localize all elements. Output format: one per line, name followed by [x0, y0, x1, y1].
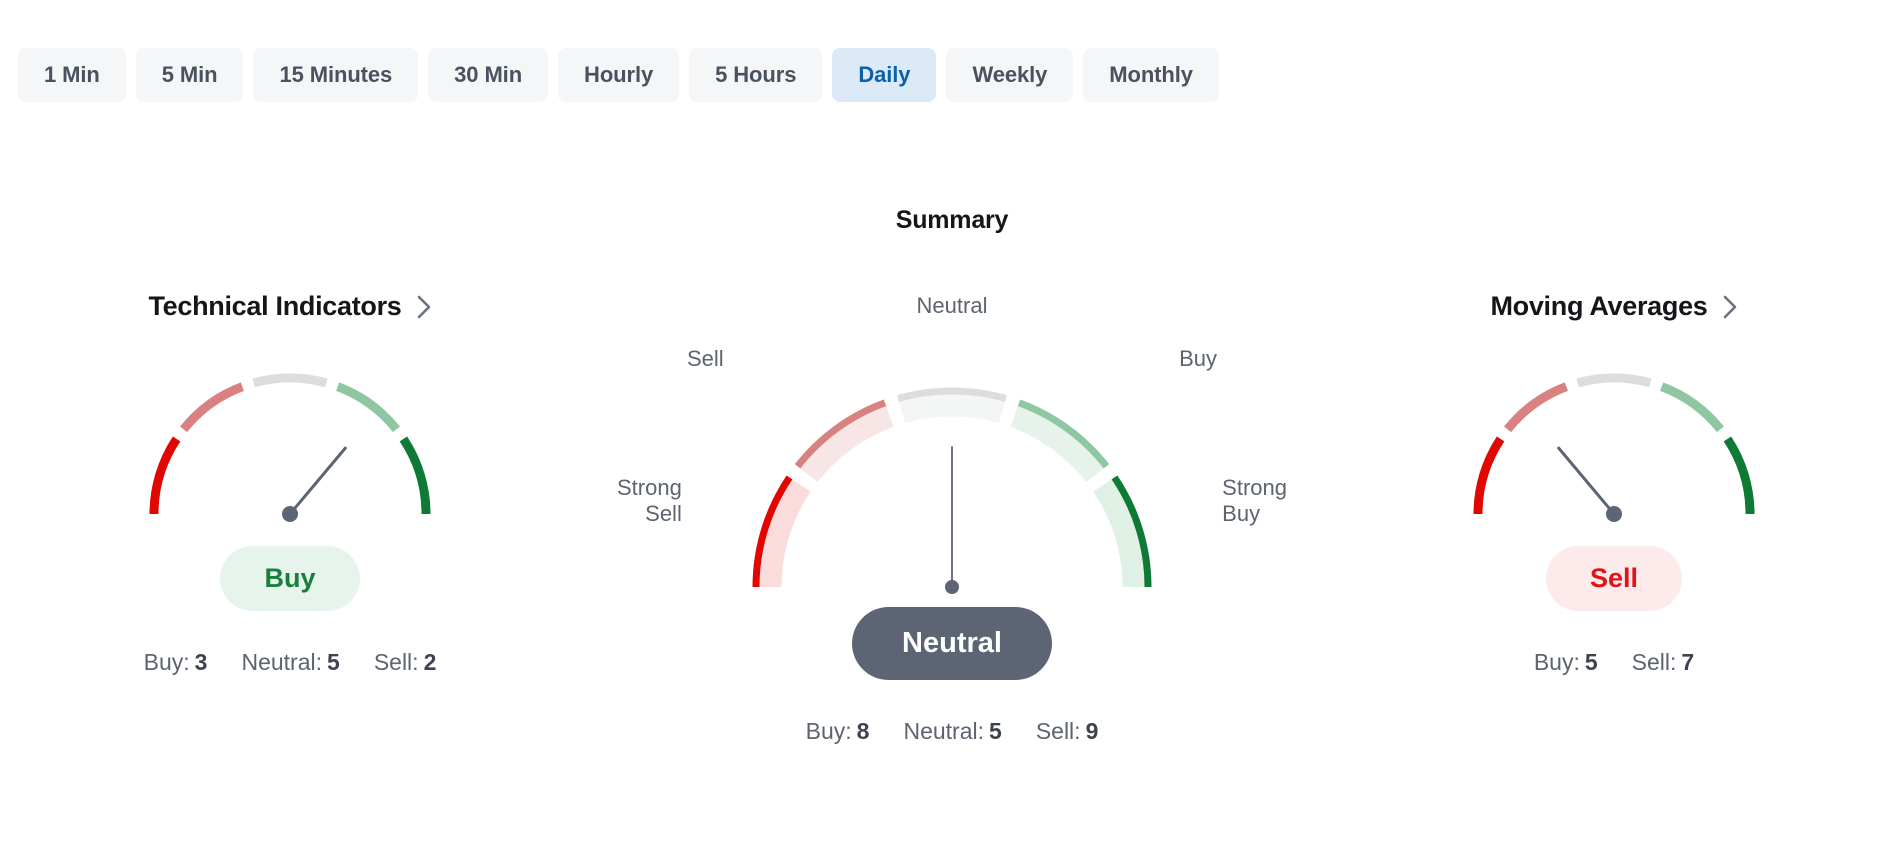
- count-value: 8: [856, 718, 870, 745]
- gauge-technical-indicators-needle-hub: [282, 506, 298, 523]
- gauge-moving-averages-needle: [1557, 446, 1616, 516]
- count-item: Buy: 8: [806, 718, 870, 745]
- gauge-label-strong-buy: Strong Buy: [1222, 475, 1287, 527]
- gauge-technical-indicators-zone-2: [252, 373, 328, 388]
- counts-technical-indicators: Buy: 3 Neutral: 5 Sell: 2: [30, 649, 550, 676]
- gauge-technical-indicators-zone-4: [399, 436, 431, 515]
- timeframe-tab-15-minutes[interactable]: 15 Minutes: [253, 48, 419, 103]
- gauge-technical-indicators-needle: [288, 446, 347, 516]
- gauge-summary-zone-tint-4: [1093, 479, 1145, 588]
- counts-moving-averages: Buy: 5 Sell: 7: [1354, 649, 1874, 676]
- gauge-moving-averages: [1354, 346, 1874, 523]
- panel-technical-indicators: Technical Indicators Buy Buy: 3 Neutral: 5 S…: [30, 245, 550, 676]
- moving-averages-link[interactable]: Moving Averages: [1354, 291, 1874, 322]
- timeframe-tab-5-min[interactable]: 5 Min: [135, 48, 244, 103]
- gauge-technical-indicators-zone-0: [149, 436, 181, 515]
- count-value: 3: [194, 649, 208, 676]
- timeframe-tabbar: 1 Min 5 Min 15 Minutes 30 Min Hourly 5 Hours D…: [0, 0, 1904, 103]
- timeframe-tab-hourly[interactable]: Hourly: [558, 48, 680, 103]
- gauge-moving-averages-zone-0: [1473, 436, 1505, 515]
- verdict-row-summary: Neutral: [592, 589, 1312, 681]
- moving-averages-title: Moving Averages: [1490, 291, 1708, 322]
- gauge-label-buy: Buy: [1179, 346, 1217, 372]
- count-value: 7: [1681, 649, 1695, 676]
- verdict-row-technical-indicators: Buy: [30, 516, 550, 612]
- gauge-moving-averages-zone-2: [1576, 373, 1652, 388]
- chevron-right-icon[interactable]: [1722, 294, 1738, 320]
- count-item: Sell: 9: [1036, 718, 1099, 745]
- count-label: Neutral:: [903, 718, 985, 745]
- count-label: Buy:: [143, 649, 190, 676]
- timeframe-tab-weekly[interactable]: Weekly: [946, 48, 1074, 103]
- count-label: Sell:: [1035, 718, 1081, 745]
- verdict-row-moving-averages: Sell: [1354, 516, 1874, 612]
- timeframe-tab-1-min[interactable]: 1 Min: [18, 48, 126, 103]
- gauge-summary-zone-tint-0: [759, 479, 811, 588]
- summary-panels: Technical Indicators Buy Buy: 3 Neutral: 5 S…: [0, 245, 1904, 745]
- gauge-label-neutral: Neutral: [916, 293, 988, 319]
- technical-indicators-title: Technical Indicators: [148, 291, 402, 322]
- timeframe-tab-5-hours[interactable]: 5 Hours: [689, 48, 823, 103]
- count-value: 5: [1584, 649, 1598, 676]
- count-label: Buy:: [1533, 649, 1580, 676]
- gauge-technical-indicators: [30, 346, 550, 523]
- panel-summary: Neutral Sell Buy Strong Sell Strong Buy …: [592, 245, 1312, 745]
- timeframe-tab-30-min[interactable]: 30 Min: [428, 48, 549, 103]
- chevron-right-icon[interactable]: [416, 294, 432, 320]
- count-label: Sell:: [1631, 649, 1677, 676]
- count-value: 5: [327, 649, 340, 676]
- count-value: 5: [989, 718, 1002, 745]
- panel-moving-averages: Moving Averages Sell Buy: 5 Sell: 7: [1354, 245, 1874, 676]
- timeframe-tab-monthly[interactable]: Monthly: [1083, 48, 1219, 103]
- count-item: Sell: 2: [374, 649, 437, 676]
- count-value: 9: [1085, 718, 1099, 745]
- verdict-badge-technical-indicators: Buy: [220, 546, 360, 612]
- timeframe-tab-daily[interactable]: Daily: [832, 48, 937, 103]
- gauge-label-strong-sell: Strong Sell: [617, 475, 682, 527]
- verdict-badge-summary: Neutral: [852, 607, 1052, 681]
- gauge-summary-needle-hub: [945, 580, 959, 595]
- count-item: Neutral: 5: [241, 649, 339, 676]
- count-value: 2: [423, 649, 437, 676]
- count-item: Buy: 5: [1534, 649, 1598, 676]
- gauge-moving-averages-zone-1: [1504, 382, 1569, 433]
- technical-indicators-link[interactable]: Technical Indicators: [30, 291, 550, 322]
- gauge-moving-averages-needle-hub: [1606, 506, 1622, 523]
- count-item: Sell: 7: [1632, 649, 1695, 676]
- count-item: Neutral: 5: [903, 718, 1001, 745]
- gauge-technical-indicators-zone-3: [335, 382, 400, 433]
- verdict-badge-moving-averages: Sell: [1545, 546, 1683, 612]
- gauge-moving-averages-svg: [1473, 373, 1755, 523]
- gauge-moving-averages-zone-3: [1659, 382, 1724, 433]
- count-label: Buy:: [805, 718, 852, 745]
- count-label: Neutral:: [241, 649, 323, 676]
- gauge-summary: Neutral Sell Buy Strong Sell Strong Buy: [592, 293, 1312, 595]
- gauge-summary-svg: [752, 387, 1152, 595]
- gauge-moving-averages-zone-4: [1723, 436, 1755, 515]
- counts-summary: Buy: 8 Neutral: 5 Sell: 9: [592, 718, 1312, 745]
- count-label: Sell:: [373, 649, 419, 676]
- count-item: Buy: 3: [144, 649, 208, 676]
- gauge-label-sell: Sell: [687, 346, 724, 372]
- gauge-technical-indicators-svg: [149, 373, 431, 523]
- gauge-summary-zone-tint-2: [898, 394, 1006, 424]
- gauge-technical-indicators-zone-1: [180, 382, 245, 433]
- page-title: Summary: [895, 206, 1009, 235]
